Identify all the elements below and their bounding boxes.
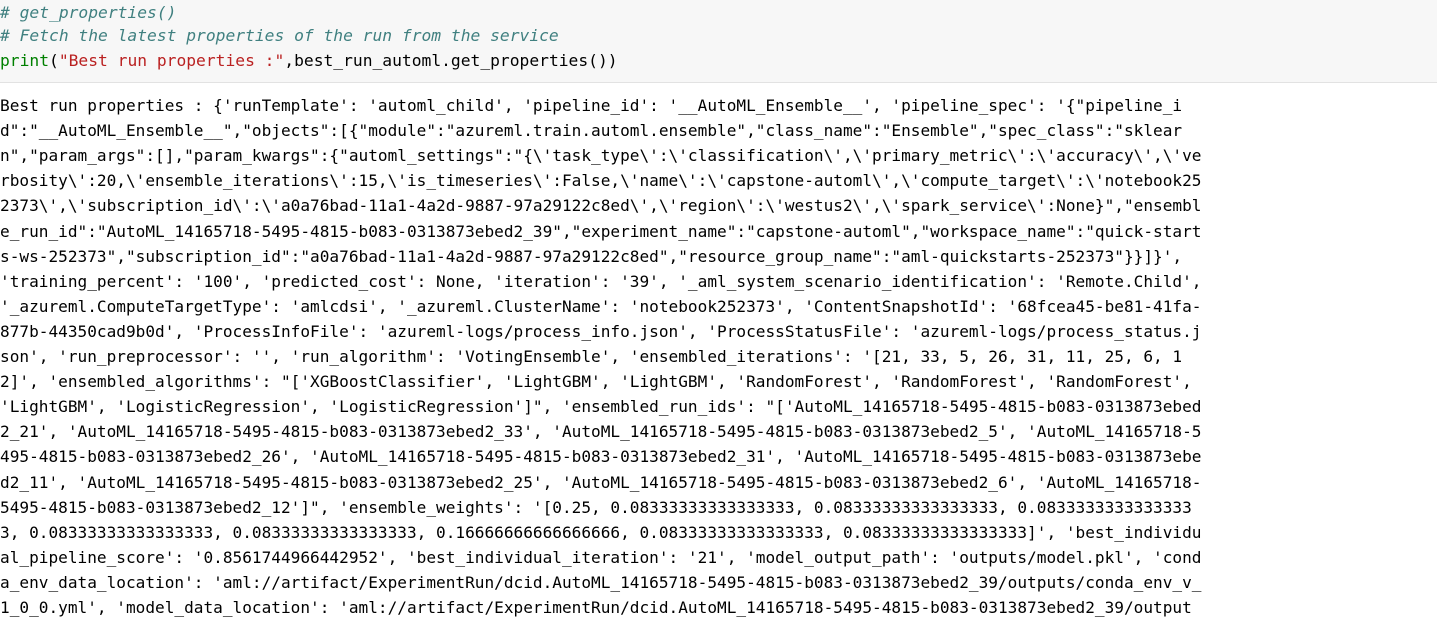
output-text-line: 3, 0.08333333333333333, 0.08333333333333…	[0, 522, 1202, 542]
output-text-line: 877b-44350cad9b0d', 'ProcessInfoFile': '…	[0, 321, 1202, 341]
output-text-line: al_pipeline_score': '0.8561744966442952'…	[0, 547, 1202, 567]
output-text-line: 495-4815-b083-0313873ebed2_26', 'AutoML_…	[0, 447, 1202, 467]
output-text-line: 'LightGBM', 'LogisticRegression', 'Logis…	[0, 397, 1202, 417]
output-text-line: n","param_args":[],"param_kwargs":{"auto…	[0, 146, 1202, 166]
output-text-line: 'training_percent': '100', 'predicted_co…	[0, 271, 1202, 291]
code-open-paren: (	[49, 51, 59, 70]
output-text-line: 2]', 'ensembled_algorithms': "['XGBoostC…	[0, 372, 1192, 392]
code-comment-line: # Fetch the latest properties of the run…	[0, 26, 559, 45]
output-text-line: son', 'run_preprocessor': '', 'run_algor…	[0, 347, 1183, 366]
notebook: # get_properties() # Fetch the latest pr…	[0, 0, 1437, 637]
code-input-cell[interactable]: # get_properties() # Fetch the latest pr…	[0, 0, 1437, 83]
print-keyword: print	[0, 51, 50, 70]
output-text-line: e_run_id":"AutoML_14165718-5495-4815-b08…	[0, 221, 1202, 241]
code-print-line: print("Best run properties :",best_run_a…	[0, 50, 618, 72]
output-text-line: d":"__AutoML_Ensemble__","objects":[{"mo…	[0, 121, 1183, 141]
code-arguments: ,best_run_automl.get_properties())	[284, 51, 618, 70]
code-string-literal: "Best run properties :"	[58, 51, 285, 70]
output-text-line: 2373\',\'subscription_id\':\'a0a76bad-11…	[0, 196, 1202, 216]
output-text-line: 2_21', 'AutoML_14165718-5495-4815-b083-0…	[0, 422, 1202, 442]
output-text-line: 1_0_0.yml', 'model_data_location': 'aml:…	[0, 598, 1192, 617]
output-text-line: Best run properties : {'runTemplate': 'a…	[0, 96, 1183, 115]
output-text-line: s-ws-252373","subscription_id":"a0a76bad…	[0, 246, 1183, 266]
code-comment-line: # get_properties()	[0, 3, 177, 22]
output-text-line: '_azureml.ComputeTargetType': 'amlcdsi',…	[0, 296, 1202, 316]
output-text-line: 5495-4815-b083-0313873ebed2_12']", 'ense…	[0, 497, 1192, 517]
output-text-line: rbosity\':20,\'ensemble_iterations\':15,…	[0, 171, 1202, 191]
output-text-line: d2_11', 'AutoML_14165718-5495-4815-b083-…	[0, 472, 1202, 492]
output-text-line: a_env_data_location': 'aml://artifact/Ex…	[0, 572, 1202, 592]
